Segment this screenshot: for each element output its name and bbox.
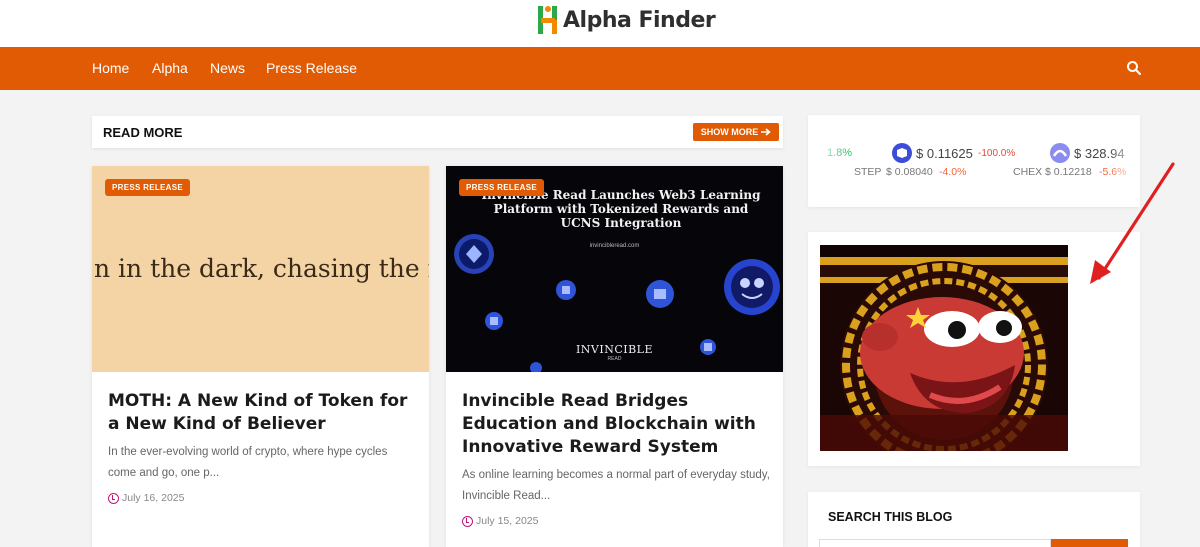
red-arrow-annotation [1090, 162, 1175, 284]
thumbnail-text: n in the dark, chasing the m [94, 254, 429, 283]
coin-icon [646, 280, 674, 308]
post-date: July 15, 2025 [462, 515, 538, 527]
coin-change: -100.0% [978, 148, 1016, 159]
coin-icon [454, 234, 494, 274]
blog-search-input[interactable] [819, 539, 1051, 547]
nav-item-alpha[interactable]: Alpha [152, 60, 188, 76]
coin-sub-change: -4.0% [939, 166, 967, 178]
post-card[interactable]: n in the dark, chasing the m PRESS RELEA… [92, 166, 429, 547]
search-icon[interactable] [1126, 60, 1142, 76]
thumbnail-brand-sub: READ [607, 356, 622, 362]
post-excerpt: In the ever-evolving world of crypto, wh… [108, 446, 388, 479]
step-coin-icon [892, 143, 912, 163]
site-header: Alpha Finder [0, 0, 1200, 47]
thumbnail-graphic [454, 234, 780, 372]
site-name: Alpha Finder [563, 7, 716, 33]
show-more-button[interactable]: SHOW MORE [693, 123, 779, 141]
coin-icon [724, 259, 780, 315]
alpha-finder-logo-icon [538, 6, 557, 34]
show-more-label: SHOW MORE [700, 127, 759, 137]
clock-icon [462, 515, 473, 527]
post-title[interactable]: MOTH: A New Kind of Token for a New Kind… [108, 390, 418, 436]
coin-icon [530, 362, 542, 372]
ticker-fade [808, 135, 848, 165]
post-excerpt: As online learning becomes a normal part… [462, 469, 770, 502]
main-nav: Home Alpha News Press Release [0, 47, 1200, 90]
post-date-text: July 16, 2025 [122, 492, 185, 504]
coin-price: $ 0.11625 [916, 146, 973, 161]
nav-item-home[interactable]: Home [92, 60, 129, 76]
read-more-header: READ MORE SHOW MORE [92, 116, 783, 148]
thumbnail-brand: INVINCIBLE [575, 343, 654, 356]
post-thumbnail[interactable]: n in the dark, chasing the m PRESS RELEA… [92, 166, 429, 372]
nav-item-press-release[interactable]: Press Release [266, 60, 357, 76]
section-title: READ MORE [103, 125, 183, 140]
search-widget: SEARCH THIS BLOG [808, 492, 1140, 547]
ad-image[interactable] [820, 245, 1068, 451]
category-badge[interactable]: PRESS RELEASE [105, 179, 191, 196]
blog-search-button[interactable] [1051, 539, 1128, 547]
coin-icon [485, 312, 503, 330]
search-widget-title: SEARCH THIS BLOG [828, 510, 953, 524]
chex-coin-icon [1050, 143, 1070, 163]
coin-symbol: STEP [854, 166, 882, 178]
arrow-right-icon [761, 128, 771, 136]
post-date-text: July 15, 2025 [476, 515, 539, 527]
coin-icon [556, 280, 576, 300]
post-card[interactable]: Invincible Read Launches Web3 Learning P… [446, 166, 783, 547]
coin-symbol: CHEX [1013, 166, 1043, 178]
post-thumbnail[interactable]: Invincible Read Launches Web3 Learning P… [446, 166, 783, 372]
site-logo[interactable]: Alpha Finder [537, 3, 716, 37]
category-badge[interactable]: PRESS RELEASE [459, 179, 545, 196]
pepe-illustration [820, 245, 1068, 451]
coin-sub-price: $ 0.08040 [886, 166, 933, 178]
clock-icon [108, 492, 119, 504]
post-title[interactable]: Invincible Read Bridges Education and Bl… [462, 390, 772, 459]
post-date: July 16, 2025 [108, 492, 184, 504]
nav-item-news[interactable]: News [210, 60, 245, 76]
